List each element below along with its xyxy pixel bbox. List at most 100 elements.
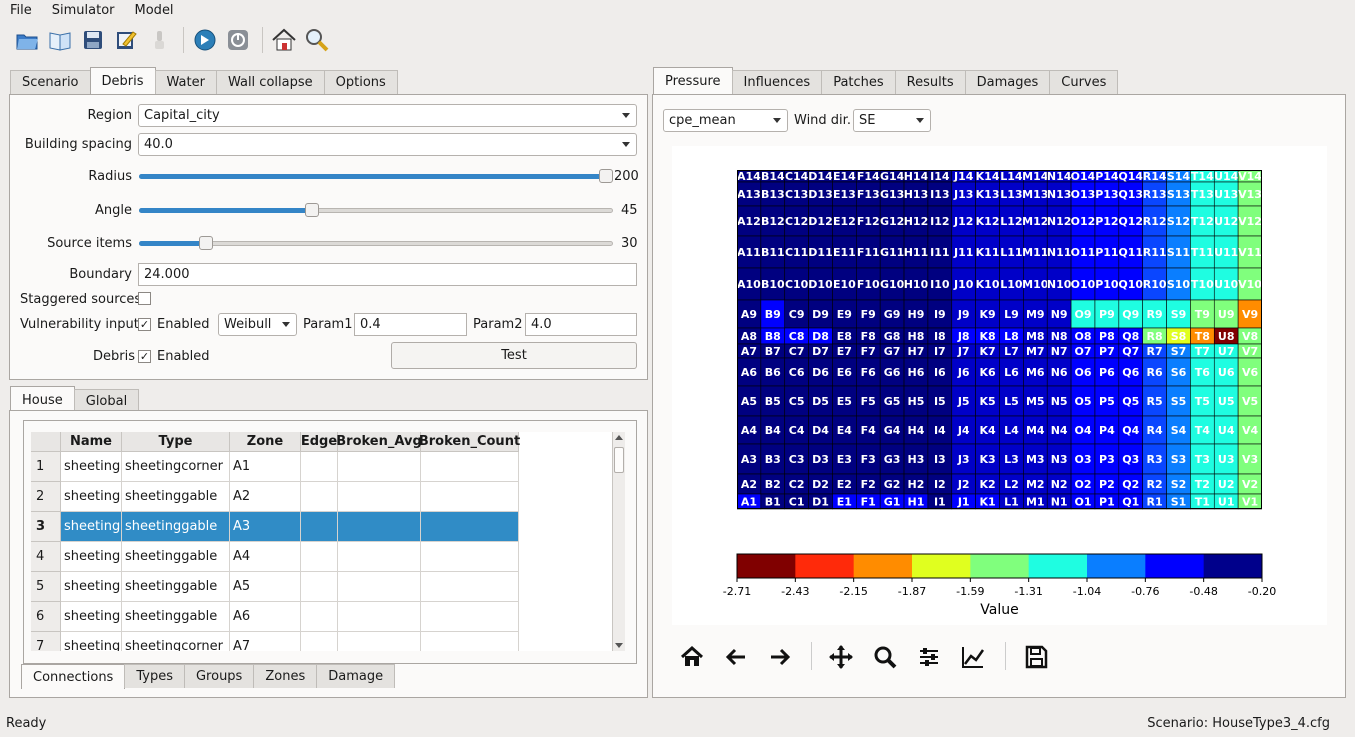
tab-water[interactable]: Water xyxy=(154,70,217,94)
row-header[interactable]: 1 xyxy=(31,452,61,482)
table-cell[interactable] xyxy=(338,482,421,512)
axes-edit-icon[interactable] xyxy=(958,642,988,672)
table-cell[interactable]: A3 xyxy=(230,512,301,542)
region-combo[interactable]: Capital_city xyxy=(138,104,637,127)
tab-house[interactable]: House xyxy=(10,386,75,413)
table-scrollbar[interactable] xyxy=(612,432,625,651)
debris-checkbox[interactable]: ✓ xyxy=(138,350,151,363)
table-cell[interactable] xyxy=(338,452,421,482)
tab-options[interactable]: Options xyxy=(323,70,398,94)
row-header[interactable]: 2 xyxy=(31,482,61,512)
tab-pressure[interactable]: Pressure xyxy=(653,67,733,94)
open-folder-icon[interactable] xyxy=(12,25,42,55)
open-book-icon[interactable] xyxy=(45,25,75,55)
table-cell[interactable] xyxy=(301,512,338,542)
table-cell[interactable] xyxy=(301,542,338,572)
paint-icon[interactable] xyxy=(144,25,174,55)
wind-dir-combo[interactable]: SE xyxy=(853,109,931,132)
table-cell[interactable]: sheeting xyxy=(61,482,122,512)
column-header-edge[interactable]: Edge xyxy=(301,432,338,452)
table-cell[interactable]: sheetinggable xyxy=(122,482,230,512)
scroll-up-icon[interactable] xyxy=(615,435,623,440)
table-cell[interactable]: A2 xyxy=(230,482,301,512)
table-cell[interactable]: sheeting xyxy=(61,632,122,651)
table-cell[interactable]: A4 xyxy=(230,542,301,572)
tab-influences[interactable]: Influences xyxy=(731,70,823,94)
zoom-icon[interactable] xyxy=(870,642,900,672)
table-cell[interactable] xyxy=(301,632,338,651)
menu-file[interactable]: File xyxy=(0,3,42,18)
table-cell[interactable]: sheetingcorner xyxy=(122,632,230,651)
tab-scenario[interactable]: Scenario xyxy=(10,70,91,94)
spacing-combo[interactable]: 40.0 xyxy=(138,133,637,156)
tab-wall-collapse[interactable]: Wall collapse xyxy=(215,70,325,94)
table-cell[interactable] xyxy=(301,452,338,482)
table-cell[interactable]: A5 xyxy=(230,572,301,602)
column-header-broken-count[interactable]: Broken_Count xyxy=(419,432,520,452)
table-cell[interactable] xyxy=(301,602,338,632)
table-cell[interactable] xyxy=(338,512,421,542)
tab-types[interactable]: Types xyxy=(124,664,185,688)
test-button[interactable]: Test xyxy=(391,342,637,369)
scroll-thumb[interactable] xyxy=(614,447,624,473)
table-cell[interactable]: sheetingcorner xyxy=(122,452,230,482)
boundary-input[interactable]: 24.000 xyxy=(138,263,637,286)
column-header-name[interactable]: Name xyxy=(61,432,122,452)
table-cell[interactable]: sheeting xyxy=(61,572,122,602)
table-cell[interactable] xyxy=(301,572,338,602)
row-header[interactable]: 7 xyxy=(31,632,61,651)
vulnerability-checkbox[interactable]: ✓ xyxy=(138,318,151,331)
configure-subplots-icon[interactable] xyxy=(914,642,944,672)
table-cell[interactable] xyxy=(421,482,519,512)
tab-groups[interactable]: Groups xyxy=(183,664,255,688)
save-figure-icon[interactable] xyxy=(1021,642,1051,672)
table-cell[interactable]: A7 xyxy=(230,632,301,651)
table-cell[interactable]: sheeting xyxy=(61,512,122,542)
source-items-slider[interactable] xyxy=(139,236,613,250)
param2-input[interactable]: 4.0 xyxy=(525,313,637,336)
row-header[interactable]: 6 xyxy=(31,602,61,632)
tab-curves[interactable]: Curves xyxy=(1049,70,1119,94)
column-header-broken-avg[interactable]: Broken_Avg xyxy=(336,432,422,452)
back-arrow-icon[interactable] xyxy=(721,642,751,672)
table-cell[interactable] xyxy=(421,512,519,542)
table-cell[interactable]: A6 xyxy=(230,602,301,632)
radius-slider[interactable] xyxy=(139,169,613,183)
column-header-zone[interactable]: Zone xyxy=(230,432,301,452)
table-cell[interactable]: sheetinggable xyxy=(122,512,230,542)
tab-patches[interactable]: Patches xyxy=(821,70,896,94)
home-icon[interactable] xyxy=(269,25,299,55)
edit-icon[interactable] xyxy=(111,25,141,55)
row-header[interactable]: 5 xyxy=(31,572,61,602)
table-cell[interactable]: sheeting xyxy=(61,602,122,632)
tab-zones[interactable]: Zones xyxy=(253,664,318,688)
row-header[interactable]: 3 xyxy=(31,512,61,542)
table-cell[interactable] xyxy=(421,572,519,602)
tab-results[interactable]: Results xyxy=(894,70,966,94)
table-cell[interactable] xyxy=(421,542,519,572)
tab-connections[interactable]: Connections xyxy=(21,664,126,689)
menu-simulator[interactable]: Simulator xyxy=(42,3,125,18)
table-cell[interactable] xyxy=(301,482,338,512)
row-header[interactable]: 4 xyxy=(31,542,61,572)
param1-input[interactable]: 0.4 xyxy=(354,313,467,336)
tab-damages[interactable]: Damages xyxy=(964,70,1051,94)
zoom-icon[interactable] xyxy=(302,25,332,55)
table-cell[interactable]: sheeting xyxy=(61,452,122,482)
menu-model[interactable]: Model xyxy=(125,3,184,18)
save-icon[interactable] xyxy=(78,25,108,55)
table-cell[interactable] xyxy=(338,602,421,632)
table-cell[interactable] xyxy=(421,632,519,651)
angle-slider[interactable] xyxy=(139,203,613,217)
table-cell[interactable] xyxy=(421,602,519,632)
staggered-checkbox[interactable] xyxy=(138,292,151,305)
scroll-down-icon[interactable] xyxy=(615,643,623,648)
stop-icon[interactable] xyxy=(223,25,253,55)
table-cell[interactable]: sheetinggable xyxy=(122,542,230,572)
tab-damage[interactable]: Damage xyxy=(316,664,396,688)
distribution-combo[interactable]: Weibull xyxy=(218,313,297,336)
table-cell[interactable]: sheeting xyxy=(61,542,122,572)
home-icon[interactable] xyxy=(677,642,707,672)
table-corner-header[interactable] xyxy=(31,432,61,452)
pan-icon[interactable] xyxy=(826,642,856,672)
